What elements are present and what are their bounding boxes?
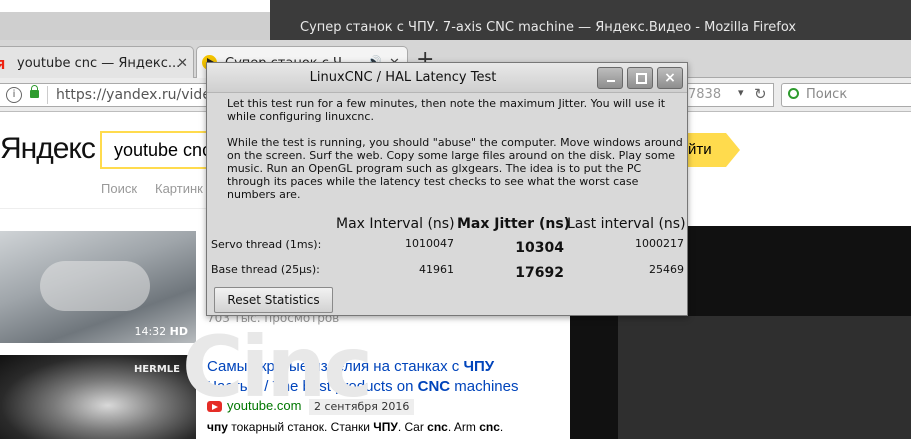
base-max-interval: 41961: [419, 263, 454, 276]
yandex-y-icon: Я: [0, 58, 5, 72]
video-thumbnail[interactable]: HERMLE: [0, 355, 196, 439]
servo-thread-label: Servo thread (1ms):: [211, 238, 322, 251]
find-button-label: йти: [688, 141, 712, 158]
servo-max-interval: 1010047: [405, 237, 454, 250]
column-last-interval: Last interval (ns): [567, 216, 686, 232]
search-placeholder: Поиск: [806, 87, 848, 102]
yandex-search-input[interactable]: youtube cnc: [100, 131, 212, 169]
firefox-titlebar: Супер станок с ЧПУ. 7-axis CNC machine —…: [0, 0, 911, 40]
find-button[interactable]: йти: [686, 133, 740, 167]
reload-icon[interactable]: ↻: [754, 85, 767, 103]
result-snippet: чпу токарный станок. Станки ЧПУ. Car cnc…: [207, 420, 504, 434]
nav-images[interactable]: Картинк: [155, 181, 203, 196]
close-tab-icon[interactable]: ✕: [177, 56, 188, 71]
video-thumbnail[interactable]: 14:32 HD: [0, 231, 196, 343]
column-max-jitter: Max Jitter (ns): [457, 216, 571, 232]
column-max-interval: Max Interval (ns): [336, 216, 455, 232]
video-overlay-text: Cinc: [182, 318, 373, 416]
reset-statistics-button[interactable]: Reset Statistics: [214, 287, 333, 313]
servo-last-interval: 1000217: [635, 237, 684, 250]
yandex-logo[interactable]: Яндекс: [0, 132, 96, 166]
minimize-icon[interactable]: [597, 67, 623, 89]
nav-search[interactable]: Поиск: [101, 181, 137, 196]
url-bar[interactable]: i https://yandex.ru/video: [0, 83, 220, 107]
window-title: Супер станок с ЧПУ. 7-axis CNC machine —…: [300, 20, 797, 35]
search-icon: [788, 88, 799, 99]
url-text[interactable]: https://yandex.ru/video: [56, 87, 220, 103]
url-bar-end[interactable]: 7838 ▾ ↻: [686, 83, 774, 107]
search-input[interactable]: Поиск: [781, 83, 911, 107]
close-icon[interactable]: ×: [657, 67, 683, 89]
thumbnail-watermark: HERMLE: [133, 364, 180, 375]
maximize-icon[interactable]: [627, 67, 653, 89]
base-max-jitter: 17692: [515, 265, 564, 281]
dropdown-icon[interactable]: ▾: [738, 86, 744, 99]
lock-icon: [30, 85, 39, 98]
url-fragment: 7838: [688, 87, 722, 102]
base-thread-label: Base thread (25µs):: [211, 263, 320, 276]
tab-yandex-search[interactable]: Я youtube cnc — Яндекс... ✕: [0, 46, 194, 78]
info-icon[interactable]: i: [6, 87, 22, 103]
video-duration: 14:32 HD: [134, 325, 188, 338]
base-last-interval: 25469: [649, 263, 684, 276]
tab-label: youtube cnc — Яндекс...: [17, 56, 181, 71]
dialog-instructions: Let this test run for a few minutes, the…: [227, 97, 683, 201]
dialog-titlebar[interactable]: LinuxCNC / HAL Latency Test ×: [207, 63, 687, 93]
latency-test-dialog: LinuxCNC / HAL Latency Test × Let this t…: [206, 62, 688, 316]
servo-max-jitter: 10304: [515, 240, 564, 256]
search-query: youtube cnc: [114, 140, 212, 160]
dialog-title: LinuxCNC / HAL Latency Test: [309, 70, 497, 85]
